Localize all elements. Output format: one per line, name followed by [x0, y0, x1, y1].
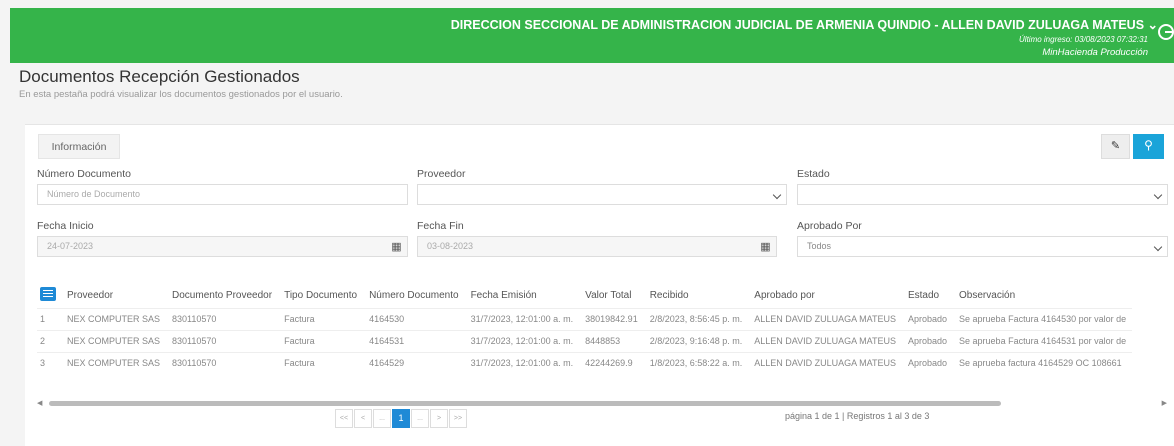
- column-header[interactable]: Aprobado por: [748, 283, 902, 308]
- cell-proveedor: NEX COMPUTER SAS: [61, 351, 167, 374]
- cell-estado: Aprobado: [901, 329, 954, 352]
- cell-tipo-documento: Factura: [278, 307, 364, 330]
- cell-proveedor: NEX COMPUTER SAS: [61, 307, 167, 330]
- aprobado-por-value: Todos: [807, 241, 832, 251]
- calendar-icon[interactable]: ▦: [759, 241, 772, 254]
- aprobado-por-label: Aprobado Por: [797, 220, 862, 232]
- cell-numero-documento: 4164530: [363, 307, 465, 330]
- column-toggle-cell: [37, 283, 61, 308]
- logout-icon[interactable]: [1158, 24, 1174, 40]
- cell-numero-documento: 4164531: [363, 329, 465, 352]
- ellipsis-right[interactable]: ...: [411, 409, 429, 428]
- next-page-button[interactable]: >: [430, 409, 448, 428]
- header-title[interactable]: DIRECCION SECCIONAL DE ADMINISTRACION JU…: [451, 17, 1158, 32]
- column-header[interactable]: Fecha Emisión: [465, 283, 580, 308]
- row-number: 1: [37, 307, 61, 330]
- table-row[interactable]: 2 NEX COMPUTER SAS 830110570 Factura 416…: [37, 329, 1133, 352]
- cell-estado: Aprobado: [901, 351, 954, 374]
- proveedor-label: Proveedor: [417, 168, 466, 180]
- cell-aprobado-por: ALLEN DAVID ZULUAGA MATEUS: [748, 307, 902, 330]
- estado-label: Estado: [797, 168, 830, 180]
- fecha-fin-label: Fecha Fin: [417, 220, 464, 232]
- clear-filters-button[interactable]: ✎: [1101, 134, 1130, 159]
- table-header-row: Proveedor Documento Proveedor Tipo Docum…: [37, 283, 1132, 308]
- row-number: 3: [37, 351, 61, 374]
- column-header[interactable]: Número Documento: [363, 283, 464, 308]
- column-header[interactable]: Valor Total: [579, 283, 644, 308]
- cell-numero-documento: 4164529: [363, 351, 465, 374]
- cell-documento-proveedor: 830110570: [166, 329, 279, 352]
- cell-estado: Aprobado: [901, 307, 954, 330]
- cell-recibido: 2/8/2023, 9:16:48 p. m.: [643, 329, 749, 352]
- search-button[interactable]: ⚲: [1133, 134, 1164, 159]
- cell-valor-total: 42244269.9: [579, 351, 644, 374]
- cell-aprobado-por: ALLEN DAVID ZULUAGA MATEUS: [748, 329, 902, 352]
- fecha-fin-value: 03-08-2023: [427, 241, 474, 251]
- cell-observacion: Se aprueba factura 4164529 OC 108661: [953, 351, 1133, 374]
- last-login-text: Último ingreso: 03/08/2023 07:32:31: [1019, 35, 1148, 44]
- cell-recibido: 2/8/2023, 8:56:45 p. m.: [643, 307, 749, 330]
- cell-proveedor: NEX COMPUTER SAS: [61, 329, 167, 352]
- calendar-icon[interactable]: ▦: [390, 241, 403, 254]
- eraser-icon: ✎: [1110, 140, 1121, 152]
- prev-page-button[interactable]: <: [354, 409, 372, 428]
- numero-documento-placeholder: Número de Documento: [47, 189, 141, 199]
- cell-documento-proveedor: 830110570: [166, 351, 279, 374]
- numero-documento-label: Número Documento: [37, 168, 131, 180]
- filter-card: Información ✎ ⚲ Número Documento Número …: [25, 124, 1174, 446]
- pagination: << < ... 1 ... > >>: [335, 409, 468, 428]
- chevron-down-icon: [1153, 242, 1163, 252]
- chevron-down-icon: [1153, 190, 1163, 200]
- environment-text: MinHacienda Producción: [1042, 47, 1148, 58]
- top-header-bar: DIRECCION SECCIONAL DE ADMINISTRACION JU…: [10, 8, 1174, 63]
- last-page-button[interactable]: >>: [449, 409, 467, 428]
- page-subtitle: En esta pestaña podrá visualizar los doc…: [19, 89, 343, 100]
- list-icon[interactable]: [40, 286, 56, 301]
- cell-aprobado-por: ALLEN DAVID ZULUAGA MATEUS: [748, 351, 902, 374]
- documents-table: Proveedor Documento Proveedor Tipo Docum…: [37, 283, 1133, 374]
- search-icon: ⚲: [1144, 138, 1153, 152]
- scrollbar-thumb[interactable]: [49, 401, 1001, 406]
- fecha-fin-input[interactable]: 03-08-2023 ▦: [417, 236, 777, 257]
- scroll-left-icon[interactable]: ◀: [37, 399, 42, 407]
- column-header[interactable]: Documento Proveedor: [166, 283, 278, 308]
- pagination-info: página 1 de 1 | Registros 1 al 3 de 3: [785, 411, 930, 421]
- numero-documento-input[interactable]: Número de Documento: [37, 184, 408, 205]
- fecha-inicio-label: Fecha Inicio: [37, 220, 94, 232]
- cell-fecha-emision: 31/7/2023, 12:01:00 a. m.: [464, 329, 580, 352]
- table-row[interactable]: 3 NEX COMPUTER SAS 830110570 Factura 416…: [37, 351, 1133, 374]
- cell-fecha-emision: 31/7/2023, 12:01:00 a. m.: [464, 307, 580, 330]
- column-header[interactable]: Tipo Documento: [278, 283, 363, 308]
- fecha-inicio-value: 24-07-2023: [47, 241, 94, 251]
- cell-recibido: 1/8/2023, 6:58:22 a. m.: [643, 351, 749, 374]
- tab-informacion[interactable]: Información: [38, 134, 120, 159]
- cell-observacion: Se aprueba Factura 4164531 por valor de: [953, 329, 1133, 352]
- cell-valor-total: 38019842.91: [579, 307, 644, 330]
- cell-valor-total: 8448853: [579, 329, 644, 352]
- table-row[interactable]: 1 NEX COMPUTER SAS 830110570 Factura 416…: [37, 307, 1133, 330]
- cell-fecha-emision: 31/7/2023, 12:01:00 a. m.: [464, 351, 580, 374]
- aprobado-por-select[interactable]: Todos: [797, 236, 1168, 257]
- cell-tipo-documento: Factura: [278, 351, 364, 374]
- fecha-inicio-input[interactable]: 24-07-2023 ▦: [37, 236, 408, 257]
- chevron-down-icon: [772, 190, 782, 200]
- page-1-button[interactable]: 1: [392, 409, 410, 428]
- column-header[interactable]: Recibido: [644, 283, 749, 308]
- scroll-right-icon[interactable]: ▶: [1162, 399, 1167, 407]
- column-header[interactable]: Proveedor: [61, 283, 166, 308]
- ellipsis-left[interactable]: ...: [373, 409, 391, 428]
- page-title: Documentos Recepción Gestionados: [19, 67, 300, 86]
- cell-documento-proveedor: 830110570: [166, 307, 279, 330]
- column-header[interactable]: Estado: [902, 283, 953, 308]
- estado-select[interactable]: [797, 184, 1168, 205]
- row-number: 2: [37, 329, 61, 352]
- cell-tipo-documento: Factura: [278, 329, 364, 352]
- column-header[interactable]: Observación: [953, 283, 1132, 308]
- proveedor-select[interactable]: [417, 184, 787, 205]
- first-page-button[interactable]: <<: [335, 409, 353, 428]
- cell-observacion: Se aprueba Factura 4164530 por valor de: [953, 307, 1133, 330]
- horizontal-scrollbar[interactable]: ◀ ▶: [37, 398, 1167, 408]
